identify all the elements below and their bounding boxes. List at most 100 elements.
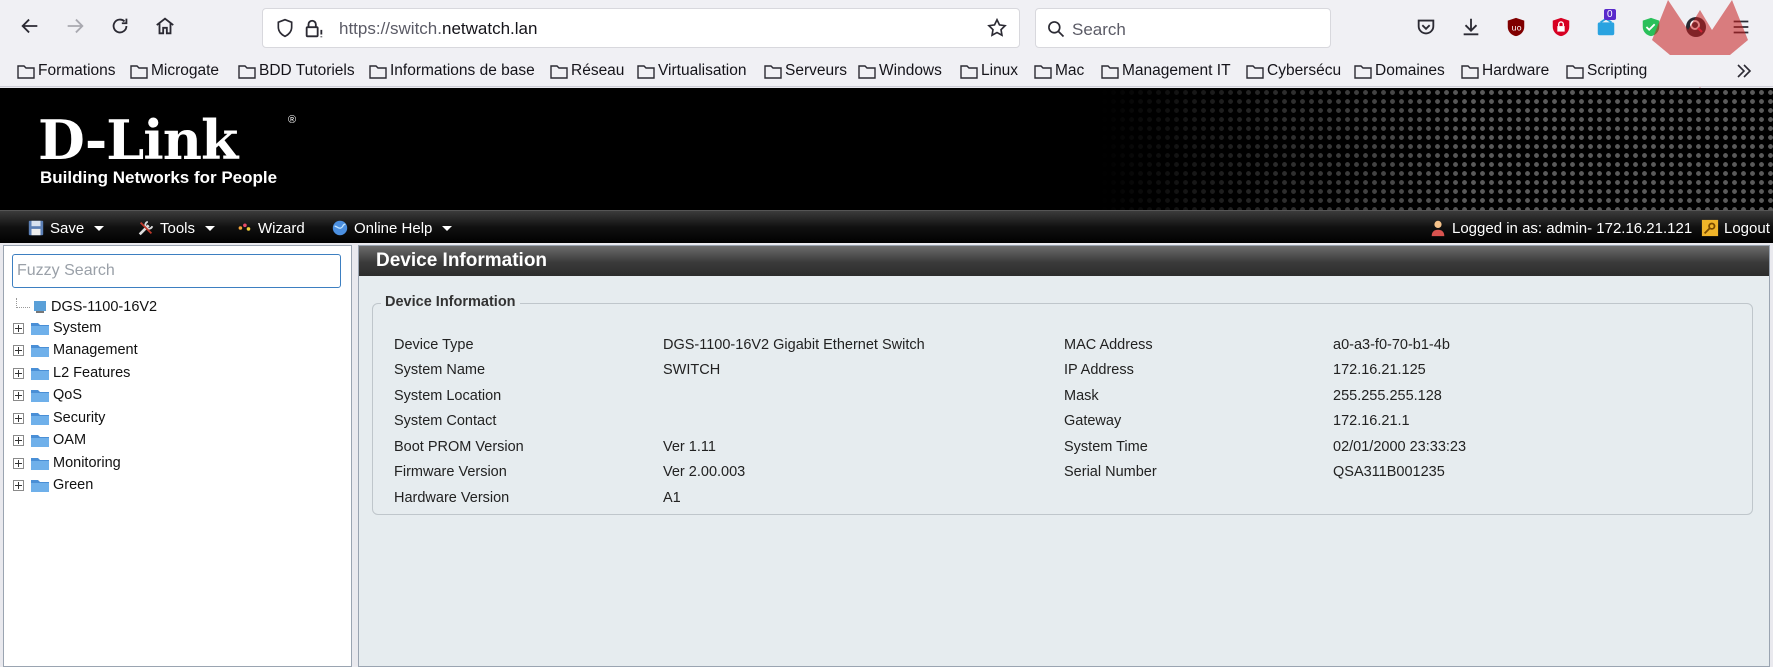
expand-plus-icon[interactable] [13,412,24,424]
expand-plus-icon[interactable] [13,344,24,356]
bookmark-folder[interactable]: Domaines [1354,59,1445,83]
folder-icon [858,65,876,79]
downloads-button[interactable] [1458,14,1484,40]
bookmark-folder[interactable]: Windows [858,59,942,83]
tools-menu[interactable]: Tools [136,217,216,239]
page-title: Device Information [376,250,548,271]
tree-item-label: Green [53,477,94,493]
privacy-extension-button[interactable] [1548,14,1574,40]
bookmark-star-icon[interactable] [986,17,1008,39]
tree-root-device[interactable]: DGS-1100-16V2 [16,297,157,317]
chevron-down-icon [442,225,453,231]
bookmark-folder[interactable]: Management IT [1101,59,1231,83]
folder-icon [31,389,49,402]
save-menu[interactable]: Save [26,217,105,239]
folder-icon [1566,65,1584,79]
account-search-icon [1686,17,1706,37]
pocket-button[interactable] [1413,14,1439,40]
bookmark-folder[interactable]: Informations de base [369,59,535,83]
tree-item-l2-features[interactable]: L2 Features [13,363,130,383]
tree-item-security[interactable]: Security [13,408,105,428]
url-bar[interactable]: https://switch.netwatch.lan [262,8,1020,48]
expand-plus-icon[interactable] [13,434,24,446]
check-extension-button[interactable] [1638,14,1664,40]
logo-tagline: Building Networks for People [40,168,278,187]
home-button[interactable] [147,8,183,44]
chevron-down-icon [205,225,216,231]
pocket-icon [1417,19,1435,35]
bookmark-folder[interactable]: Hardware [1461,59,1549,83]
bookmark-label: Microgate [151,62,220,79]
bookmarks-overflow-button[interactable] [1735,59,1756,83]
bookmark-folder[interactable]: Virtualisation [637,59,746,83]
green-check-shield-icon [1642,17,1660,37]
field-label: Hardware Version [394,490,510,506]
chevron-down-icon [94,225,105,231]
logged-in-status: Logged in as: admin- 172.16.21.121 [1428,217,1692,239]
folder-icon [31,457,49,470]
field-value: Ver 1.11 [663,439,716,455]
panel-title-bar: Device Information [359,246,1769,276]
bookmark-folder[interactable]: Mac [1034,59,1084,83]
tree-item-qos[interactable]: QoS [13,385,82,405]
bookmark-folder[interactable]: Scripting [1566,59,1647,83]
app-menu-button[interactable] [1728,14,1754,40]
hamburger-menu-icon [1733,20,1749,34]
back-button[interactable] [12,8,48,44]
field-label: MAC Address [1064,337,1153,353]
expand-plus-icon[interactable] [13,479,24,491]
bookmark-label: Cybersécu [1267,62,1342,79]
fuzzy-search-input[interactable] [12,254,341,288]
shield-icon[interactable] [275,18,295,38]
bookmark-folder[interactable]: Linux [960,59,1018,83]
tools-icon [136,218,156,238]
bookmark-folder[interactable]: Serveurs [764,59,847,83]
forward-arrow-icon [67,18,84,34]
back-arrow-icon [21,18,38,34]
browser-search-bar[interactable]: Search [1035,8,1331,48]
tree-item-green[interactable]: Green [13,475,93,495]
bookmark-folder[interactable]: BDD Tutoriels [238,59,355,83]
wizard-icon [234,218,254,238]
reload-button[interactable] [102,8,138,44]
bookmark-folder[interactable]: Réseau [550,59,624,83]
browser-search-placeholder: Search [1072,20,1126,39]
bookmark-folder[interactable]: Microgate [130,59,219,83]
wizard-button[interactable]: Wizard [234,217,305,239]
field-value: 172.16.21.1 [1333,413,1410,429]
folder-icon [31,367,49,380]
folder-icon [130,65,148,79]
account-extension-button[interactable] [1683,14,1709,40]
chevron-double-right-icon [1737,64,1752,78]
bookmarks-bar: Formations Microgate BDD Tutoriels Infor… [0,55,1773,87]
logout-button[interactable]: Logout [1700,217,1770,239]
tree-item-label: L2 Features [53,365,131,381]
folder-icon [238,65,256,79]
field-label: IP Address [1064,362,1134,378]
folder-icon [1461,65,1479,79]
tree-item-monitoring[interactable]: Monitoring [13,453,121,473]
expand-plus-icon[interactable] [13,367,24,379]
field-label: System Name [394,362,486,378]
tree-item-label: Security [53,410,106,426]
online-help-menu[interactable]: Online Help [330,217,453,239]
bookmark-folder[interactable]: Formations [17,59,116,83]
tree-item-system[interactable]: System [13,318,101,338]
lock-warning-icon[interactable] [303,18,325,40]
field-label: System Time [1064,439,1148,455]
expand-plus-icon[interactable] [13,457,24,469]
folder-icon [960,65,978,79]
forward-button[interactable] [57,8,93,44]
bookmark-folder[interactable]: Cybersécu [1246,59,1341,83]
expand-plus-icon[interactable] [13,389,24,401]
download-icon [1463,18,1479,36]
online-help-label: Online Help [354,219,433,237]
navigation-tree-panel: DGS-1100-16V2 System Management L2 Featu… [3,245,352,667]
key-icon [1700,218,1720,238]
container-extension-button[interactable]: 0 [1593,9,1619,40]
tree-item-oam[interactable]: OAM [13,430,86,450]
red-lock-icon [1552,17,1570,37]
ublock-button[interactable]: uo [1503,14,1529,40]
expand-plus-icon[interactable] [13,322,24,334]
tree-item-management[interactable]: Management [13,340,138,360]
